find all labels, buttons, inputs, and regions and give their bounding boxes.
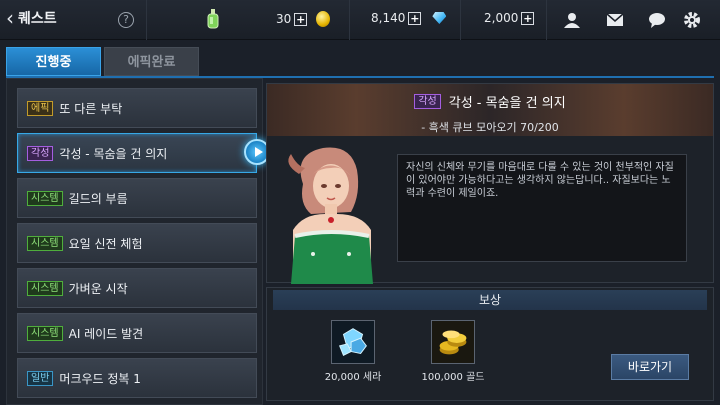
quest-badge: 일반 [27,370,54,386]
quest-badge: 각성 [27,145,54,161]
help-icon[interactable]: ? [118,12,134,28]
add-gems-button[interactable]: + [521,11,535,25]
quest-name: 또 다른 부탁 [59,101,123,116]
gold-coins-icon [431,320,475,364]
sera-crystal-icon [331,320,375,364]
quest-name: 길드의 부름 [68,191,128,206]
detail-title: 각성 각성 - 목숨을 건 의지 [267,92,713,111]
quest-badge: 시스템 [27,325,63,341]
detail-objective: - 흑색 큐브 모아오기 70/200 [421,121,559,134]
quest-badge: 시스템 [27,190,63,206]
reward-label-sera: 20,000 세라 [324,372,382,383]
quest-detail-panel: 각성 각성 - 목숨을 건 의지 - 흑색 큐브 모아오기 70/200 자신의… [266,83,714,284]
quest-name: 가벼운 시작 [68,281,128,296]
go-now-button[interactable]: 바로가기 [611,354,689,380]
quest-name: 각성 - 목숨을 건 의지 [59,146,168,161]
quest-badge: 시스템 [27,280,63,296]
tab-epic-completed[interactable]: 에픽완료 [104,47,199,76]
reward-panel: 보상 20,000 세라 100,000 골드 바로가기 [266,287,714,401]
gold-value: 8,140 [371,11,406,25]
divider [546,0,547,40]
quest-item-daily-temple[interactable]: 시스템 요일 신전 체험 [17,223,257,263]
add-stamina-button[interactable]: + [294,12,308,26]
reward-header: 보상 [273,290,707,310]
chevron-left-icon: ‹ [6,6,14,30]
stamina-value: 30 [276,12,292,26]
gems-stat: 2,000 + [484,11,535,25]
quest-item-epic[interactable]: 에픽 또 다른 부탁 [17,88,257,128]
gear-icon[interactable] [683,11,701,29]
divider [460,0,461,40]
quest-item-light-start[interactable]: 시스템 가벼운 시작 [17,268,257,308]
tab-in-progress[interactable]: 진행중 [6,47,101,76]
quest-description: 자신의 신체와 무기를 마음대로 다룰 수 있는 것이 천부적인 자질이 있어야… [406,162,674,199]
detail-quest-name: 각성 - 목숨을 건 의지 [448,96,566,111]
divider [146,0,147,40]
chat-icon[interactable] [648,11,666,29]
quest-list[interactable]: 에픽 또 다른 부탁 각성 각성 - 목숨을 건 의지 시스템 길드의 부름 시… [6,78,263,405]
quest-badge: 시스템 [27,235,63,251]
page-title: 퀘스트 [18,11,57,27]
description-box: 자신의 신체와 무기를 마음대로 다룰 수 있는 것이 천부적인 자질이 있어야… [397,154,687,262]
quest-item-mirkwood[interactable]: 일반 머크우드 정복 1 [17,358,257,398]
stamina-stat: 30 + [276,11,331,27]
divider [349,0,350,40]
gold-stat: 8,140 + [371,11,447,25]
quest-item-guild-call[interactable]: 시스템 길드의 부름 [17,178,257,218]
quest-item-ai-raid[interactable]: 시스템 AI 레이드 발견 [17,313,257,353]
add-gold-button[interactable]: + [408,11,422,25]
potion-icon [207,9,219,29]
reward-label-gold: 100,000 골드 [421,372,485,383]
friends-icon[interactable] [563,11,581,29]
npc-character-portrait [288,147,373,284]
gem-icon [432,12,447,24]
quest-name: 머크우드 정복 1 [59,371,141,386]
detail-badge: 각성 [414,94,441,109]
quest-item-awakening[interactable]: 각성 각성 - 목숨을 건 의지 [17,133,257,173]
mail-icon[interactable] [606,11,624,29]
gems-value: 2,000 [484,11,519,25]
quest-name: AI 레이드 발견 [68,326,144,341]
top-bar: ‹ 퀘스트 ? 30 + 8,140 + 2,000 + [0,0,720,40]
back-button[interactable]: ‹ 퀘스트 [6,8,57,28]
quest-name: 요일 신전 체험 [68,236,143,251]
gold-coin-icon [316,11,331,27]
quest-badge: 에픽 [27,100,54,116]
